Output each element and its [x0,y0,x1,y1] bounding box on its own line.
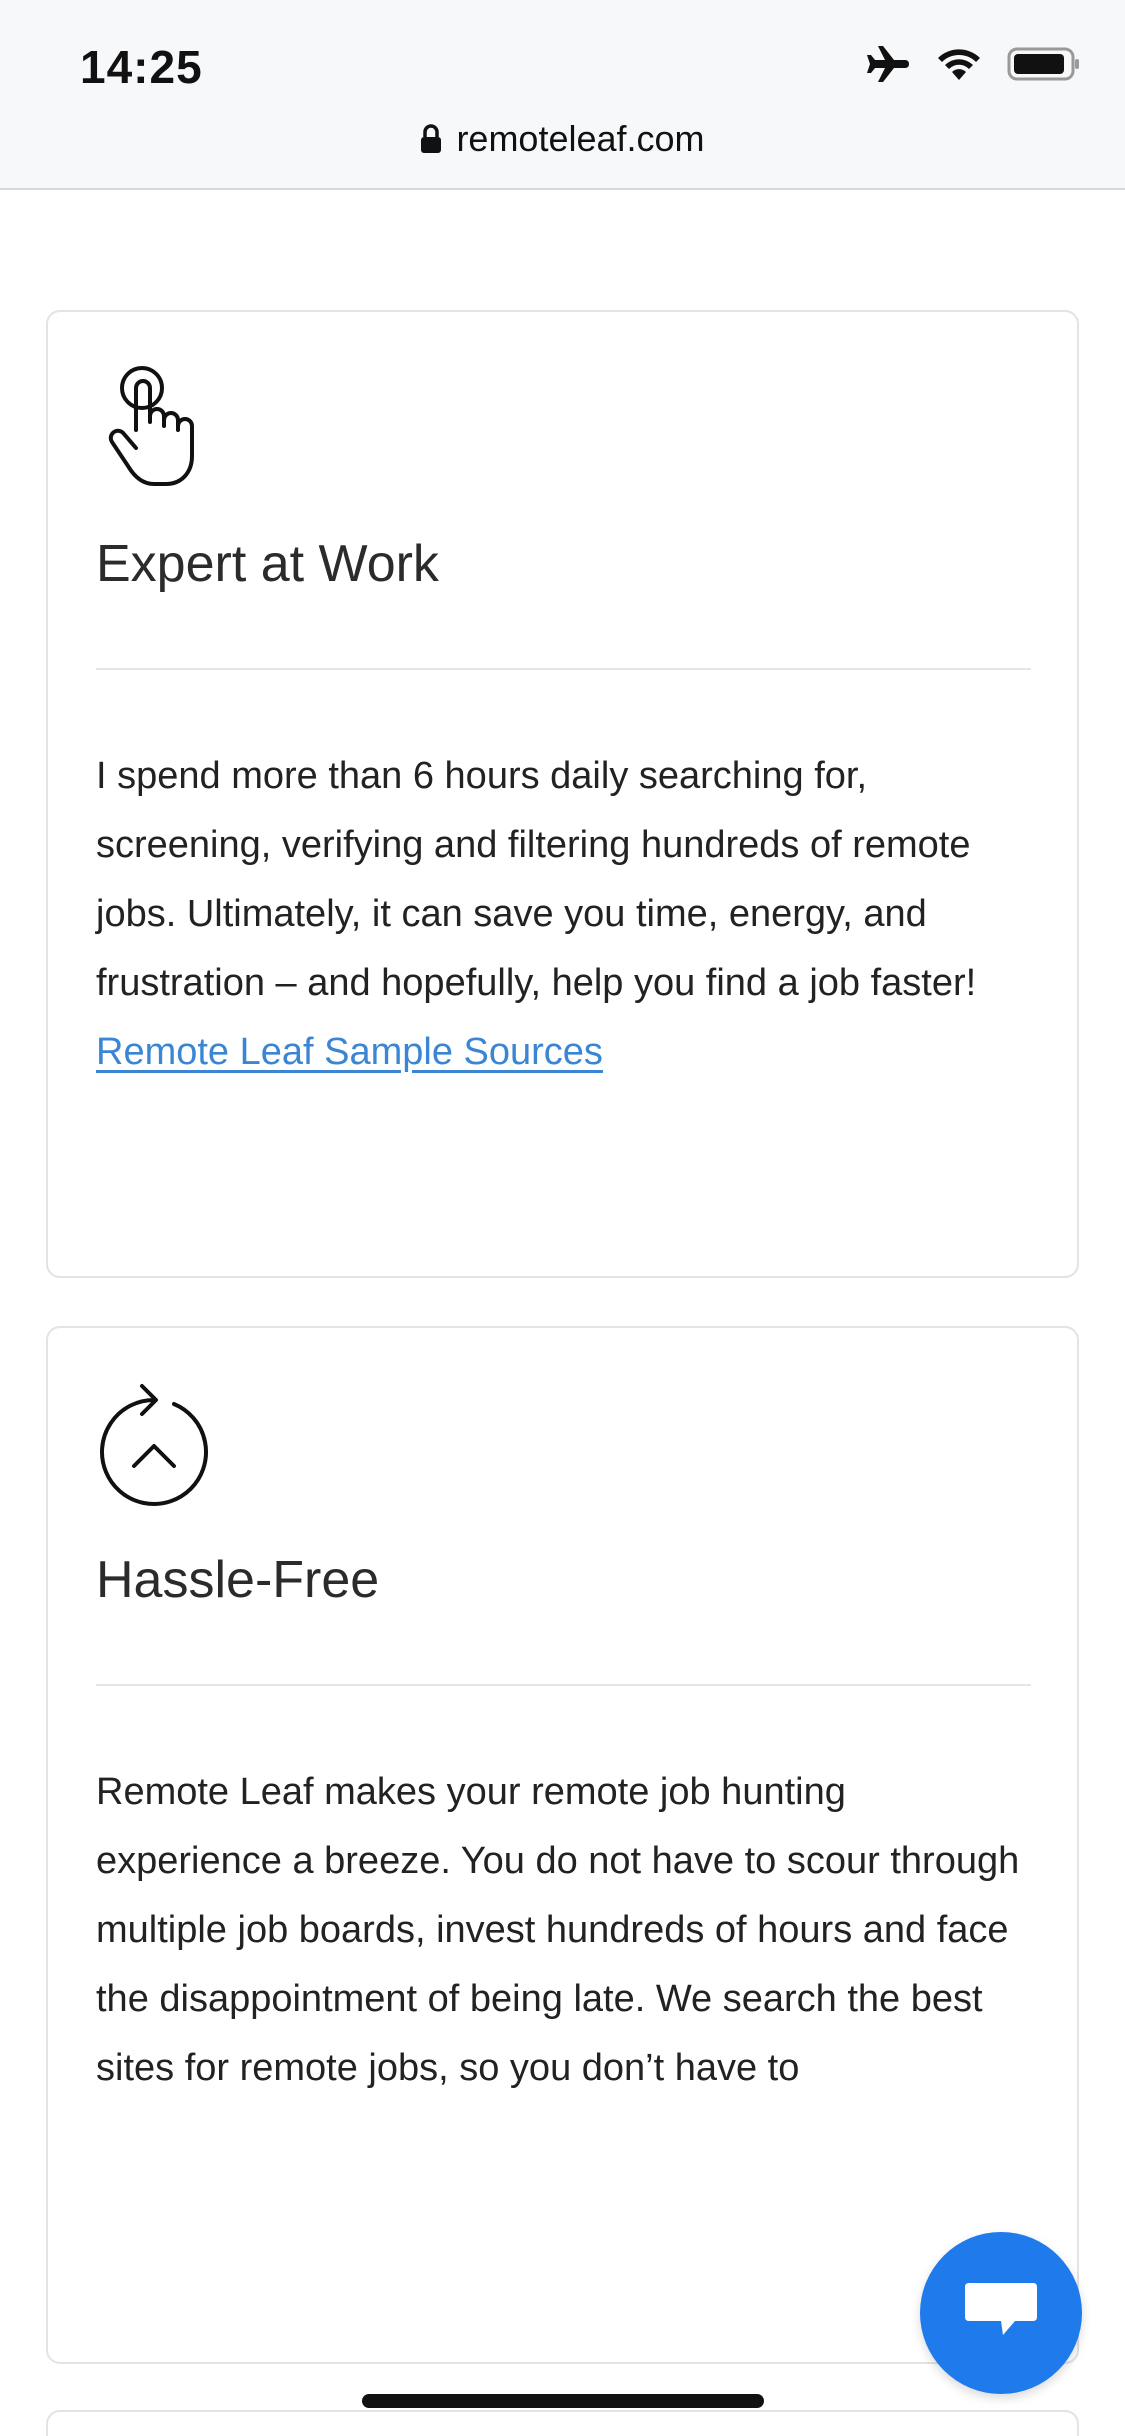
feature-card-expert: Expert at Work I spend more than 6 hours… [46,310,1079,1278]
feature-card-next [46,2410,1079,2436]
card-body-text: I spend more than 6 hours daily searchin… [96,755,977,1004]
refresh-circle-icon [96,1378,216,1508]
home-indicator[interactable] [362,2394,764,2408]
chat-button[interactable] [920,2232,1082,2394]
wifi-icon [937,46,981,87]
battery-icon [1007,46,1081,87]
feature-card-hassle-free: Hassle-Free Remote Leaf makes your remot… [46,1326,1079,2364]
chat-bubble-icon [961,2279,1041,2348]
lock-icon [420,124,442,154]
card-divider [96,1684,1031,1686]
status-time: 14:25 [80,41,203,93]
url-bar[interactable]: remoteleaf.com [0,118,1125,160]
status-icons [865,44,1081,89]
sample-sources-link[interactable]: Remote Leaf Sample Sources [96,1031,603,1073]
card-title: Expert at Work [96,535,439,593]
airplane-icon [865,44,911,89]
pointer-hand-icon [96,360,216,490]
browser-top-bar: 14:25 remoteleaf.com [0,0,1125,190]
card-body: I spend more than 6 hours daily searchin… [96,742,1031,1087]
card-title: Hassle-Free [96,1551,380,1609]
page: 14:25 remoteleaf.com Expert at Work I sp… [0,0,1125,2436]
card-body-text: Remote Leaf makes your remote job huntin… [96,1771,1020,2089]
card-divider [96,668,1031,670]
card-body: Remote Leaf makes your remote job huntin… [96,1758,1031,2103]
url-domain: remoteleaf.com [456,118,705,159]
